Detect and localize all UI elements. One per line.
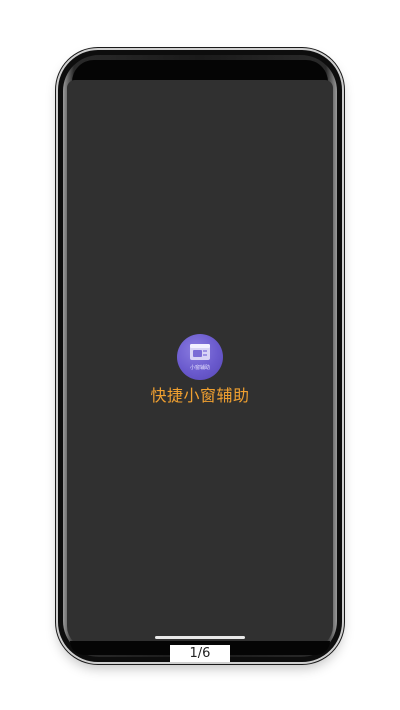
top-bezel [72,60,328,82]
app-icon-caption: 小窗辅助 [189,365,210,371]
window-icon [190,344,210,360]
page-indicator: 1/6 [170,645,230,662]
app-icon[interactable]: 小窗辅助 [177,334,223,380]
screenshot-stage: 小窗辅助 快捷小窗辅助 1/6 [0,0,400,710]
app-name-label[interactable]: 快捷小窗辅助 [120,382,280,406]
home-indicator[interactable] [155,636,245,639]
power-button-right [342,210,345,244]
side-button-right [342,270,345,315]
